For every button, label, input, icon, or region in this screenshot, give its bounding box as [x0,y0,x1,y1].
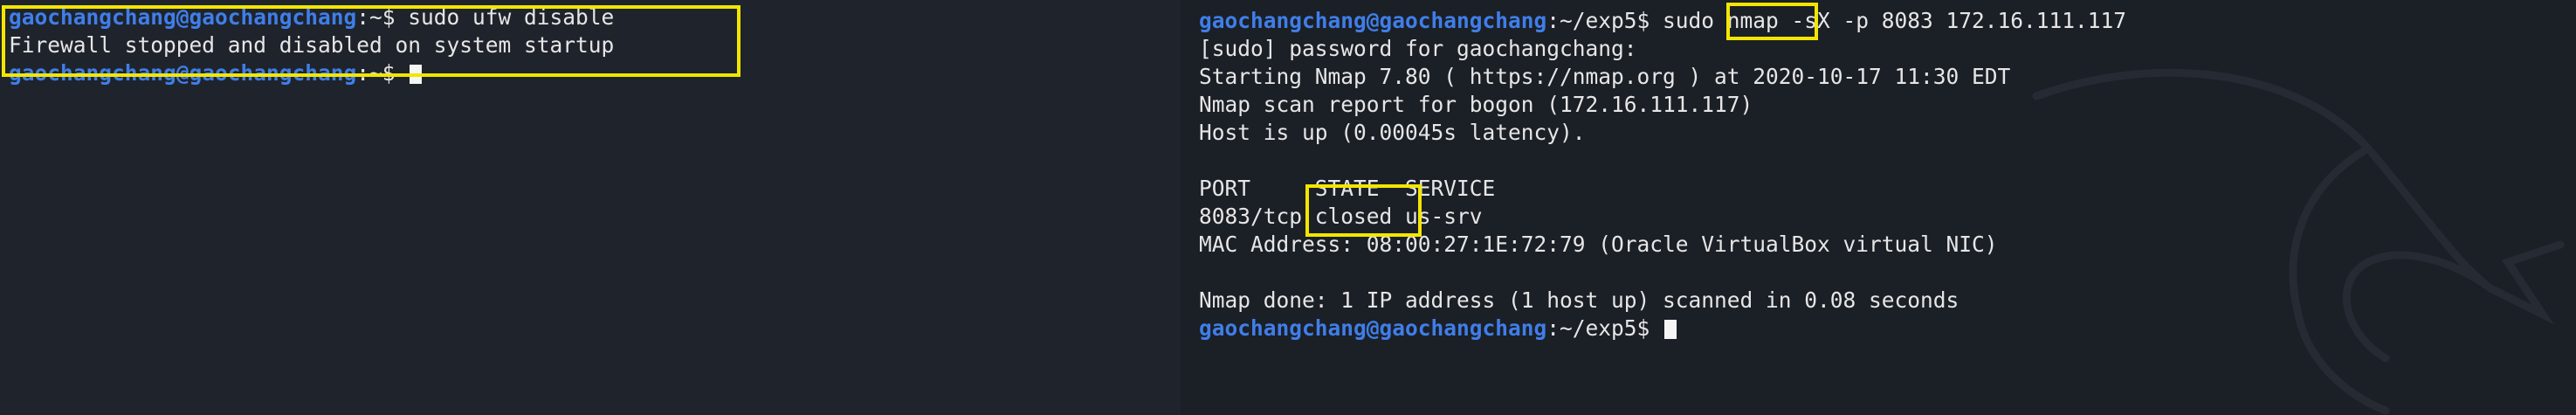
right-terminal-pane[interactable]: gaochangchang@gaochangchang:~/exp5$ sudo… [1181,0,2576,415]
terminal-line: Nmap scan report for bogon (172.16.111.1… [1199,92,1753,117]
prompt-path: :~/exp5$ [1546,315,1650,341]
text-cursor [1664,320,1677,339]
highlight-box [1305,184,1422,237]
terminal-line: Host is up (0.00045s latency). [1199,120,1586,145]
prompt-user: gaochangchang@gaochangchang [1199,315,1547,341]
terminal-line: gaochangchang@gaochangchang:~/exp5$ [1199,315,2126,342]
highlight-box [1726,3,1818,40]
prompt-user: gaochangchang@gaochangchang [1199,8,1547,33]
terminal-line: Nmap done: 1 IP address (1 host up) scan… [1199,287,1960,313]
right-terminal-output: gaochangchang@gaochangchang:~/exp5$ sudo… [1199,0,2126,342]
terminal-line: [sudo] password for gaochangchang: [1199,36,1637,61]
highlight-box [2,5,740,77]
prompt-path: :~/exp5$ [1546,8,1650,33]
left-terminal-pane[interactable]: gaochangchang@gaochangchang:~$ sudo ufw … [0,0,1181,415]
terminal-line: gaochangchang@gaochangchang:~/exp5$ sudo… [1199,7,2126,35]
terminal-line: Starting Nmap 7.80 ( https://nmap.org ) … [1199,64,2011,89]
